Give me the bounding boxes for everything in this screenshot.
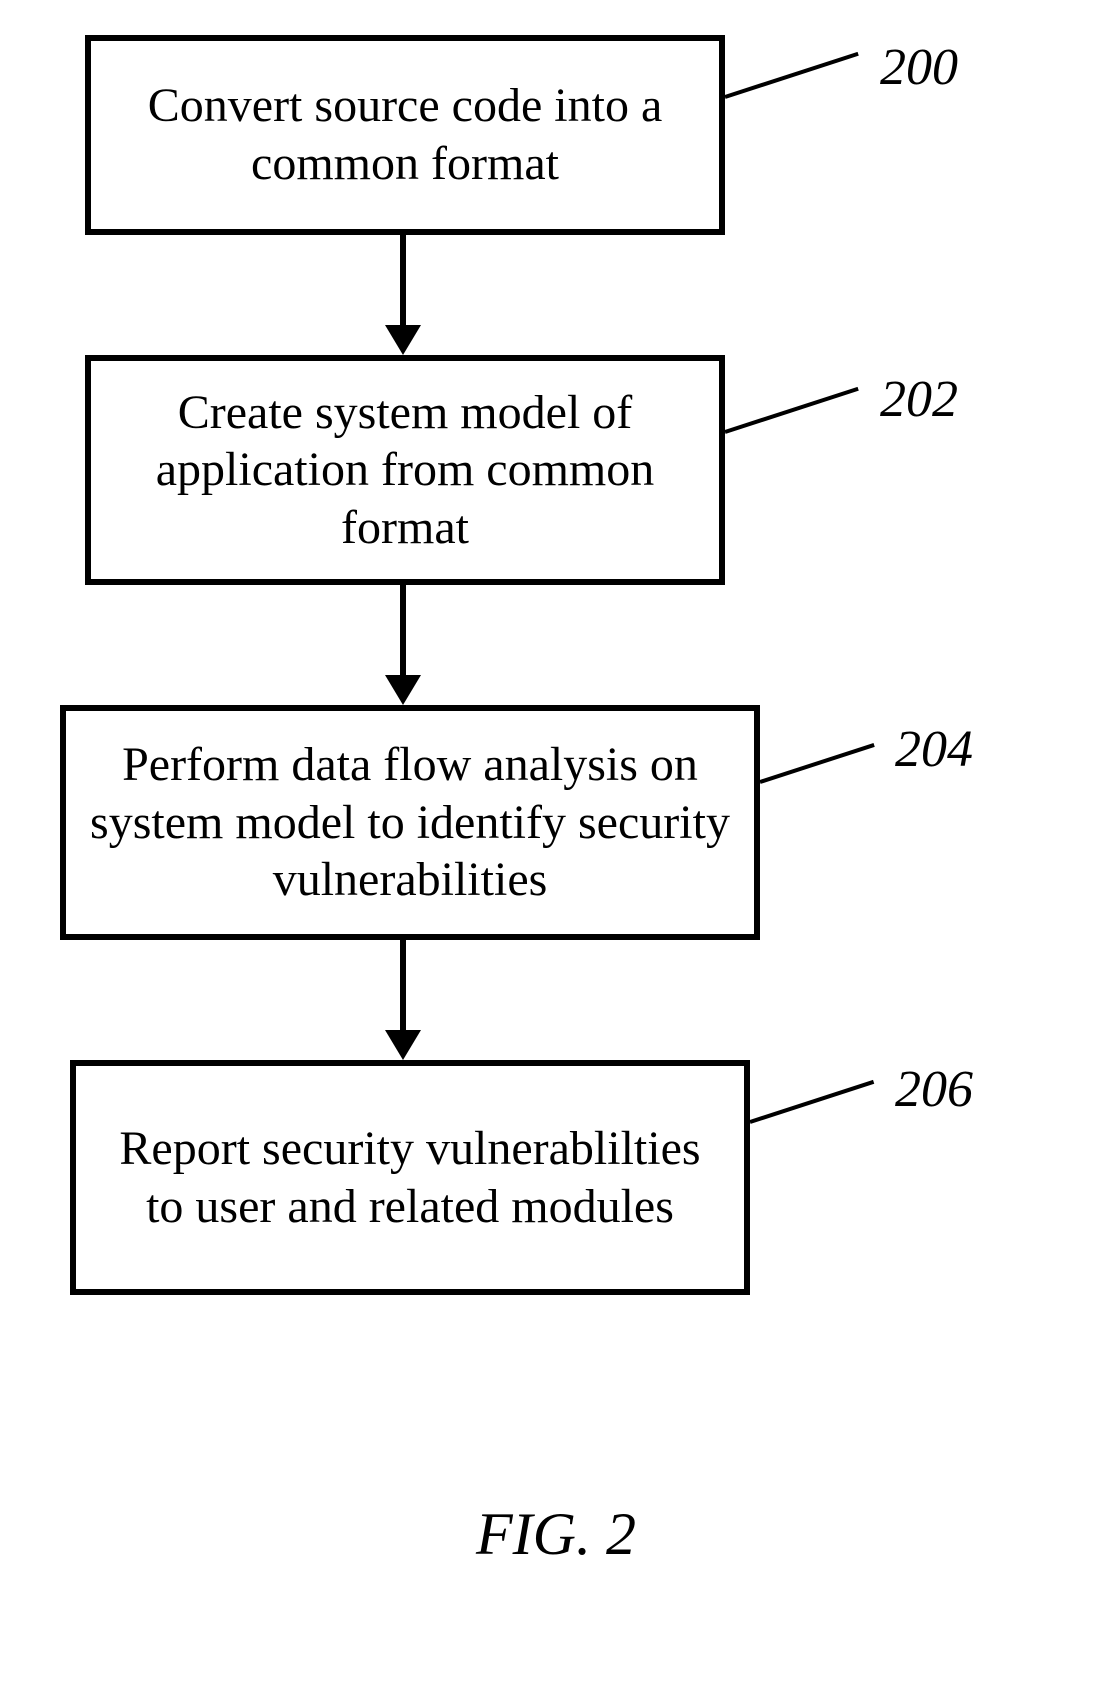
leader-line <box>749 1080 874 1124</box>
ref-number-204: 204 <box>895 720 973 779</box>
ref-number-200: 200 <box>880 38 958 97</box>
arrow <box>400 235 406 330</box>
step-text: Report security vulnerablilties to user … <box>96 1120 724 1235</box>
arrow <box>400 940 406 1035</box>
arrow-head-icon <box>385 675 421 705</box>
ref-number-202: 202 <box>880 370 958 429</box>
flowchart-figure: Convert source code into a common format… <box>0 0 1112 1682</box>
leader-line <box>724 387 858 434</box>
arrow-head-icon <box>385 1030 421 1060</box>
step-box-200: Convert source code into a common format <box>85 35 725 235</box>
step-box-206: Report security vulnerablilties to user … <box>70 1060 750 1295</box>
step-box-202: Create system model of application from … <box>85 355 725 585</box>
arrow <box>400 585 406 680</box>
figure-caption: FIG. 2 <box>0 1500 1112 1569</box>
ref-number-206: 206 <box>895 1060 973 1119</box>
step-text: Convert source code into a common format <box>111 77 699 192</box>
arrow-head-icon <box>385 325 421 355</box>
leader-line <box>724 52 858 99</box>
leader-line <box>759 743 874 784</box>
step-text: Create system model of application from … <box>111 384 699 557</box>
step-text: Perform data flow analysis on system mod… <box>86 736 734 909</box>
step-box-204: Perform data flow analysis on system mod… <box>60 705 760 940</box>
